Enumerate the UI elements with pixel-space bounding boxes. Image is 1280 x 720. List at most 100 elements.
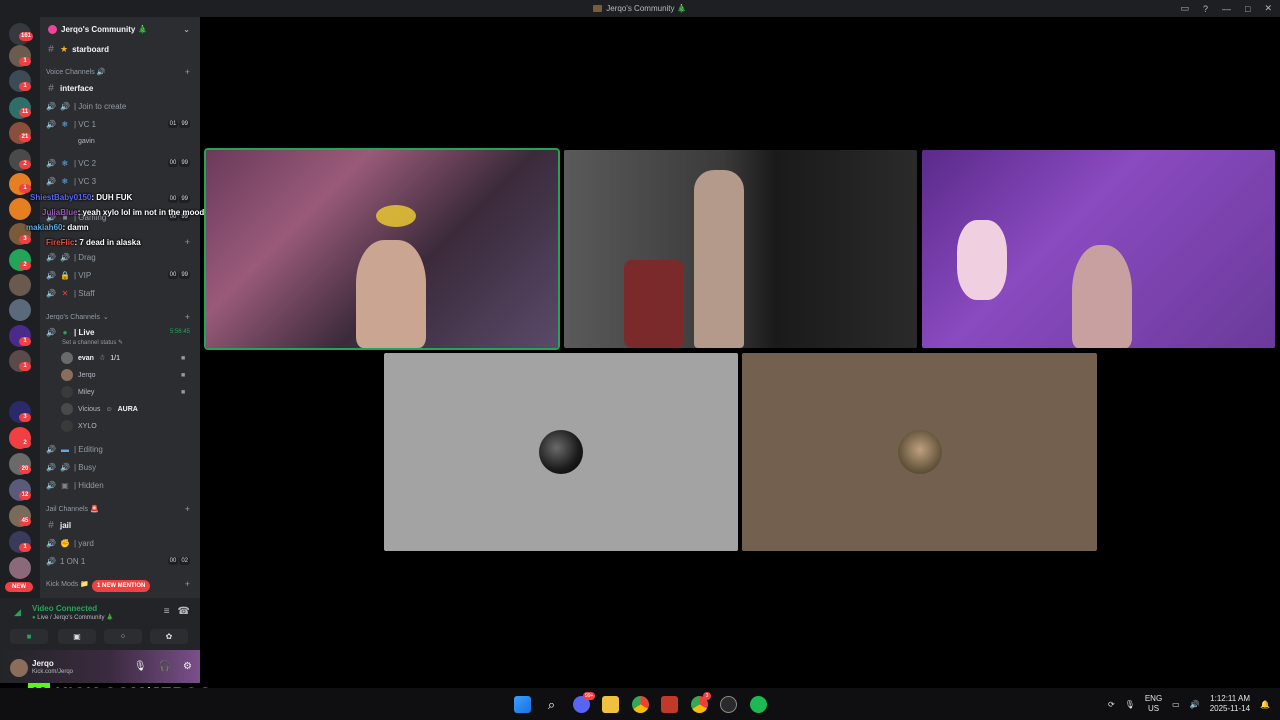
volume-icon[interactable]: 🔊 — [1190, 700, 1200, 709]
user-count: 00 — [167, 557, 179, 565]
inbox-icon[interactable]: ▭ — [1180, 3, 1189, 14]
video-tile-cam-2[interactable] — [564, 150, 917, 348]
user-count-pill: 00 99 — [167, 159, 190, 167]
video-feed — [356, 240, 426, 348]
voice-user-miley[interactable]: Miley ■ — [61, 385, 185, 399]
channel-starboard[interactable]: # ★ starboard — [46, 41, 196, 57]
rail-badge: 2 — [19, 261, 31, 270]
server-header[interactable]: Jerqo's Community 🎄 ⌄ — [40, 17, 200, 41]
ghost-icon: ▣ — [61, 480, 69, 490]
add-channel-icon[interactable]: + — [185, 579, 190, 589]
channel-vip[interactable]: 🔊 🔒 | VIP 00 99 — [46, 267, 196, 283]
channel-label: | Drag — [74, 252, 96, 262]
video-feed-detail — [957, 220, 1007, 300]
gear-icon[interactable]: ⚙ — [183, 661, 192, 672]
video-tile-avatar-2[interactable] — [742, 353, 1097, 551]
activities-button[interactable]: ⁘ — [104, 629, 142, 644]
add-channel-icon[interactable]: + — [185, 67, 190, 77]
avatar — [61, 135, 73, 147]
channel-busy[interactable]: 🔊 🔊 | Busy — [46, 459, 196, 475]
channel-status[interactable]: Set a channel status ✎ — [62, 339, 123, 346]
video-tile-cam-3[interactable] — [922, 150, 1275, 348]
streaming-app-icon[interactable] — [661, 696, 678, 713]
category-voice[interactable]: Voice Channels 🔊 + — [46, 66, 196, 78]
add-channel-icon[interactable]: + — [185, 312, 190, 322]
channel-yard[interactable]: 🔊 ✊ | yard — [46, 535, 196, 551]
windows-start-icon[interactable] — [514, 696, 531, 713]
voice-user-vicious[interactable]: Vicious ☺ AURA — [61, 402, 138, 416]
server-icon[interactable] — [9, 274, 31, 296]
disconnect-icon[interactable]: ☎ — [178, 606, 190, 617]
speaker-icon: 🔊 — [46, 158, 56, 168]
add-channel-icon[interactable]: + — [185, 504, 190, 514]
speaker-icon: 🔊 — [46, 480, 56, 490]
hash-icon: # — [48, 519, 54, 531]
speaker-icon: 🔊 — [46, 252, 56, 262]
channel-interface[interactable]: # interface — [46, 80, 196, 96]
headphones-icon[interactable]: 🎧 — [159, 661, 171, 672]
help-icon[interactable]: ? — [1203, 4, 1208, 14]
avatar[interactable] — [10, 659, 28, 677]
clock[interactable]: 1:12:11 AM 2025-11-14 — [1210, 694, 1250, 714]
server-rail: 161 1 1 11 21 2 1 3 2 1 1 3 2 20 12 45 1 — [0, 17, 40, 683]
camera-button[interactable]: ■ — [10, 629, 48, 644]
new-mention-badge[interactable]: 1 NEW MENTION — [92, 580, 151, 592]
voice-user-gavin[interactable]: gavin — [61, 134, 95, 148]
server-icon[interactable] — [9, 557, 31, 579]
minimize-icon[interactable]: — — [1222, 4, 1231, 14]
search-icon[interactable]: ⌕ — [543, 696, 560, 713]
window-title-text: Jerqo's Community 🎄 — [606, 4, 687, 13]
lock-icon: 🔒 — [60, 270, 70, 280]
chrome-icon[interactable] — [632, 696, 649, 713]
obs-icon[interactable] — [720, 696, 737, 713]
speaker-icon: 🔊 — [46, 462, 56, 472]
video-tile-avatar-1[interactable] — [384, 353, 738, 551]
microphone-icon[interactable]: 🎙 — [1125, 700, 1135, 709]
voice-user-name: gavin — [78, 137, 95, 145]
channel-drag[interactable]: 🔊 🔊 | Drag — [46, 249, 196, 265]
channel-staff[interactable]: 🔊 ✕ | Staff — [46, 285, 196, 301]
chat-text: : DUH FUK — [91, 193, 133, 202]
channel-label: starboard — [72, 44, 109, 54]
user-tag: AURA — [117, 405, 138, 413]
channel-1on1[interactable]: 🔊 1 ON 1 00 02 — [46, 553, 196, 569]
channel-label: | Busy — [74, 462, 97, 472]
microphone-icon[interactable]: 🎙 — [134, 661, 147, 672]
display-icon[interactable]: ▭ — [1172, 700, 1180, 709]
user-count: 00 — [167, 159, 179, 167]
category-jail[interactable]: Jail Channels 🚨 + — [46, 503, 196, 515]
voice-user-jerqo[interactable]: Jerqo ■ — [61, 368, 185, 382]
maximize-icon[interactable]: □ — [1245, 4, 1250, 14]
channel-label: interface — [60, 83, 94, 93]
signal-icon: ◢ — [14, 607, 21, 617]
screen-share-button[interactable]: ▣ — [58, 629, 96, 644]
file-explorer-icon[interactable] — [602, 696, 619, 713]
channel-vc3[interactable]: 🔊 ❄ | VC 3 — [46, 173, 196, 189]
server-icon[interactable] — [9, 299, 31, 321]
rail-badge: 45 — [19, 517, 31, 526]
channel-vc2[interactable]: 🔊 ❄ | VC 2 00 99 — [46, 155, 196, 171]
category-jerqo[interactable]: Jerqo's Channels ⌄ + — [46, 311, 196, 323]
language-indicator[interactable]: ENG US — [1145, 694, 1162, 714]
voice-status[interactable]: Video Connected — [32, 604, 97, 613]
voice-user-xylo[interactable]: XYLO — [61, 419, 97, 433]
channel-vc1[interactable]: 🔊 ❄ | VC 1 01 99 — [46, 116, 196, 132]
user-name[interactable]: Jerqo — [32, 659, 54, 668]
channel-live[interactable]: 🔊 ● | Live 5:56:45 — [46, 324, 196, 340]
channel-hidden[interactable]: 🔊 ▣ | Hidden — [46, 477, 196, 493]
channel-join-to-create[interactable]: 🔊 🔊 | Join to create — [46, 98, 196, 114]
sync-icon[interactable]: ⟳ — [1108, 700, 1115, 709]
soundboard-button[interactable]: ✿ — [150, 629, 188, 644]
channel-jail[interactable]: # jail — [46, 517, 196, 533]
notification-icon[interactable]: 🔔 — [1260, 700, 1270, 709]
noise-suppression-icon[interactable]: ≡ — [164, 606, 170, 617]
close-icon[interactable]: ✕ — [1264, 3, 1272, 14]
voice-location[interactable]: ● Live / Jerqo's Community 🎄 — [32, 614, 114, 621]
spotify-icon[interactable] — [750, 696, 767, 713]
speaker-icon: 🔊 — [46, 270, 56, 280]
voice-user-evan[interactable]: evan ☃ 1/1 ■ — [61, 351, 185, 365]
video-tile-cam-1[interactable] — [204, 148, 560, 350]
voice-user-name: XYLO — [78, 422, 97, 430]
rail-badge: 1 — [19, 57, 31, 66]
channel-editing[interactable]: 🔊 ▬ | Editing — [46, 441, 196, 457]
